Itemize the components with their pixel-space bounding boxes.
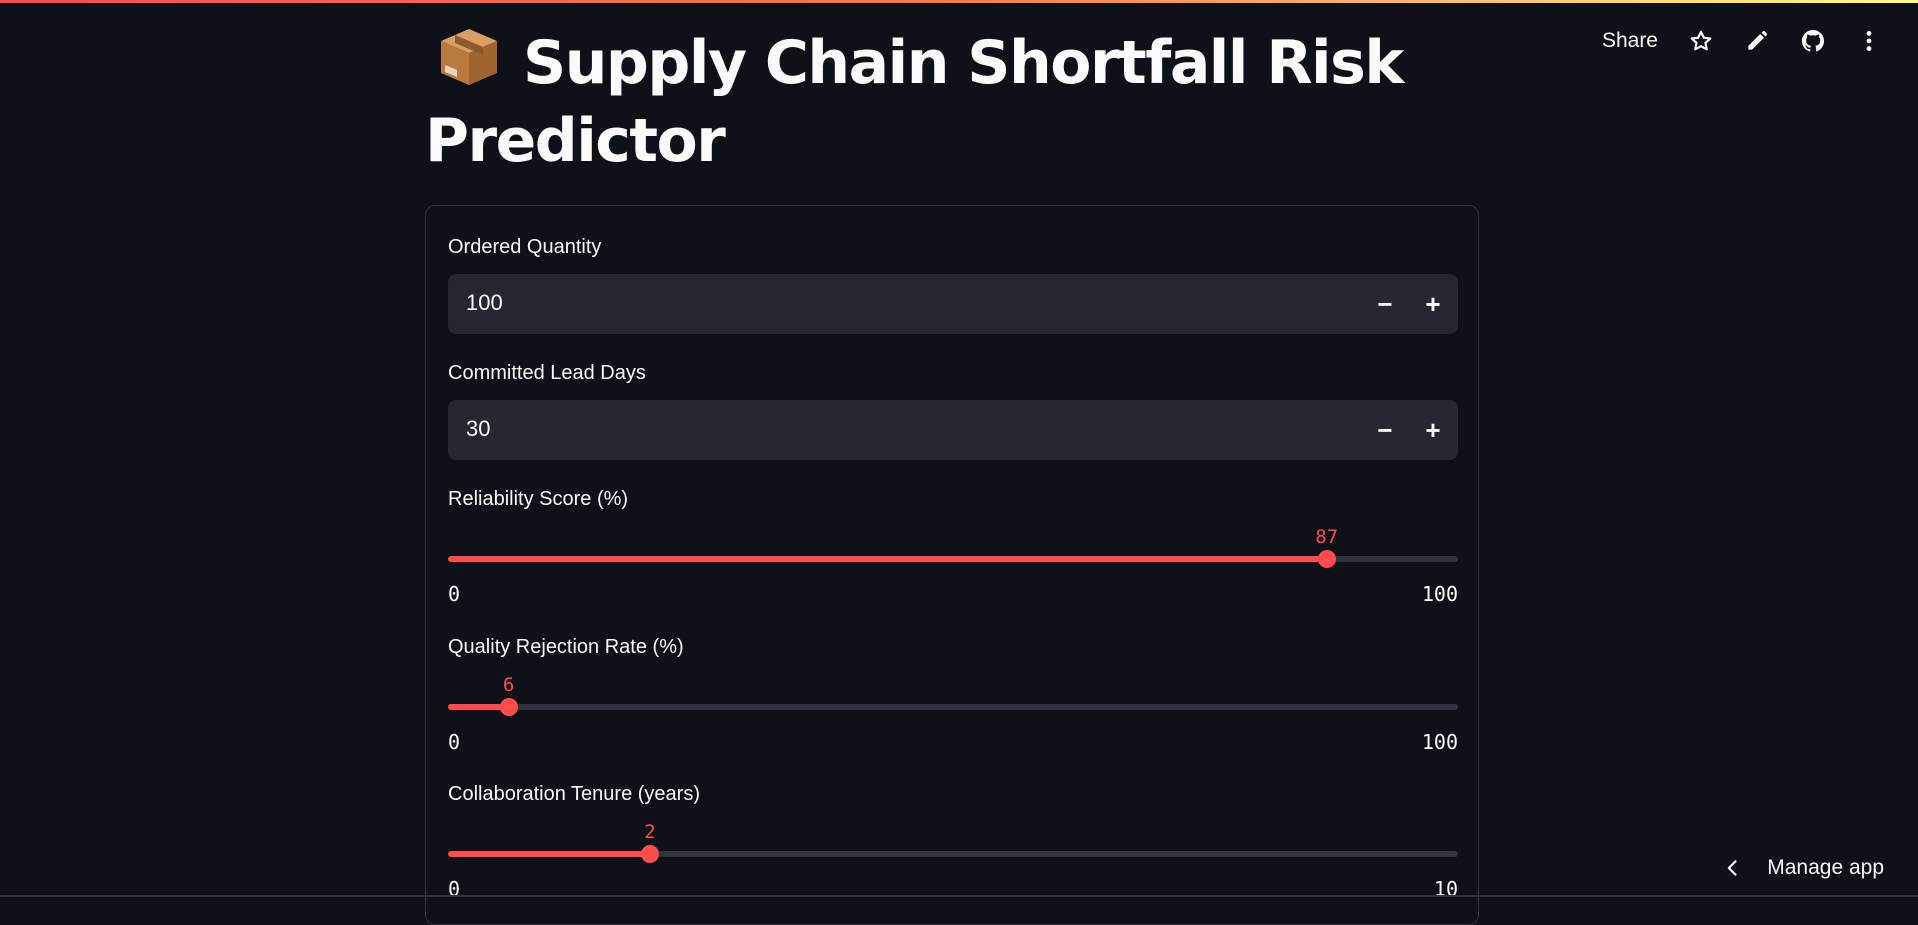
quality-rejection-rate-current-value: 6 (503, 674, 514, 696)
slider-fill (448, 851, 650, 857)
reliability-score-current-value: 87 (1315, 526, 1338, 548)
slider-fill (448, 556, 1327, 562)
package-box-icon (437, 25, 501, 89)
chevron-left-icon (1723, 858, 1743, 878)
committed-lead-days-increment-button[interactable]: + (1416, 414, 1450, 446)
collaboration-tenure-label: Collaboration Tenure (years) (448, 783, 1458, 806)
slider-thumb[interactable] (500, 698, 518, 716)
slider-max-label: 100 (1422, 730, 1458, 754)
slider-min-label: 0 (448, 877, 460, 901)
slider-track[interactable] (448, 704, 1458, 710)
github-icon[interactable] (1800, 28, 1826, 54)
committed-lead-days-label: Committed Lead Days (448, 362, 1458, 385)
slider-track[interactable] (448, 556, 1458, 562)
reliability-score-field: Reliability Score (%) 87 0 100 (448, 488, 1458, 511)
ordered-quantity-input[interactable]: 100 − + (448, 274, 1458, 334)
more-vertical-icon[interactable] (1856, 28, 1882, 54)
ordered-quantity-increment-button[interactable]: + (1416, 288, 1450, 320)
ordered-quantity-decrement-button[interactable]: − (1368, 288, 1402, 320)
pencil-icon[interactable] (1744, 28, 1770, 54)
ordered-quantity-value[interactable]: 100 (466, 290, 503, 316)
quality-rejection-rate-slider[interactable]: 6 0 100 (448, 674, 1458, 744)
slider-min-label: 0 (448, 582, 460, 606)
quality-rejection-rate-label: Quality Rejection Rate (%) (448, 636, 1458, 659)
share-button[interactable]: Share (1602, 29, 1658, 53)
committed-lead-days-input[interactable]: 30 − + (448, 400, 1458, 460)
header-toolbar: Share (1602, 28, 1882, 54)
star-icon[interactable] (1688, 28, 1714, 54)
collaboration-tenure-slider[interactable]: 2 0 10 (448, 821, 1458, 891)
slider-thumb[interactable] (1318, 550, 1336, 568)
collaboration-tenure-current-value: 2 (644, 821, 655, 843)
page-title-text: Supply Chain Shortfall Risk Predictor (425, 28, 1403, 176)
manage-app-label: Manage app (1767, 856, 1884, 880)
committed-lead-days-decrement-button[interactable]: − (1368, 414, 1402, 446)
committed-lead-days-field: Committed Lead Days 30 − + (448, 362, 1458, 385)
ordered-quantity-field: Ordered Quantity 100 − + (448, 236, 1458, 259)
input-form: Ordered Quantity 100 − + Committed Lead … (425, 205, 1479, 925)
manage-app-button[interactable]: Manage app (1723, 856, 1884, 880)
slider-max-label: 100 (1422, 582, 1458, 606)
reliability-score-label: Reliability Score (%) (448, 488, 1458, 511)
main-content: Supply Chain Shortfall Risk Predictor Or… (425, 0, 1481, 180)
quality-rejection-rate-field: Quality Rejection Rate (%) 6 0 100 (448, 636, 1458, 659)
page-title: Supply Chain Shortfall Risk Predictor (425, 24, 1481, 180)
ordered-quantity-label: Ordered Quantity (448, 236, 1458, 259)
slider-max-label: 10 (1434, 877, 1458, 901)
collaboration-tenure-field: Collaboration Tenure (years) 2 0 10 (448, 783, 1458, 806)
reliability-score-slider[interactable]: 87 0 100 (448, 526, 1458, 596)
committed-lead-days-value[interactable]: 30 (466, 416, 490, 442)
slider-thumb[interactable] (641, 845, 659, 863)
slider-track[interactable] (448, 851, 1458, 857)
slider-min-label: 0 (448, 730, 460, 754)
